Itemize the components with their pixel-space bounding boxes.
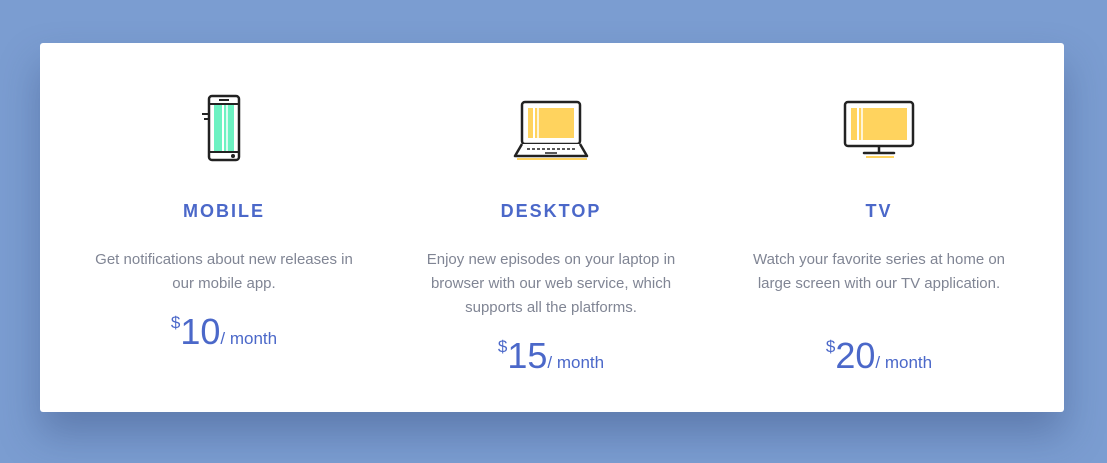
plan-description: Enjoy new episodes on your laptop in bro… [426,251,676,316]
plan-price: $20/ month [709,335,1049,377]
plan-title: MOBILE [183,201,265,221]
plan-description: Watch your favorite series at home on la… [752,251,1006,292]
pricing-card: MOBILE Get notifications about new relea… [40,43,1064,412]
plan-title: DESKTOP [500,201,602,221]
price-currency: $ [170,313,181,332]
price-period: / month [875,353,933,372]
tv-icon [843,100,915,158]
price-amount: 20 [835,335,876,376]
laptop-icon [513,100,589,160]
price-period: / month [220,329,278,348]
price-amount: 15 [507,335,548,376]
price-currency: $ [825,337,836,356]
price-currency: $ [497,337,508,356]
plan-description: Get notifications about new releases in … [95,251,353,292]
plan-price: $15/ month [381,335,721,377]
price-amount: 10 [180,311,221,352]
plan-price: $10/ month [54,311,394,353]
price-period: / month [547,353,605,372]
mobile-phone-icon [202,94,241,162]
plan-title: TV [865,201,893,221]
